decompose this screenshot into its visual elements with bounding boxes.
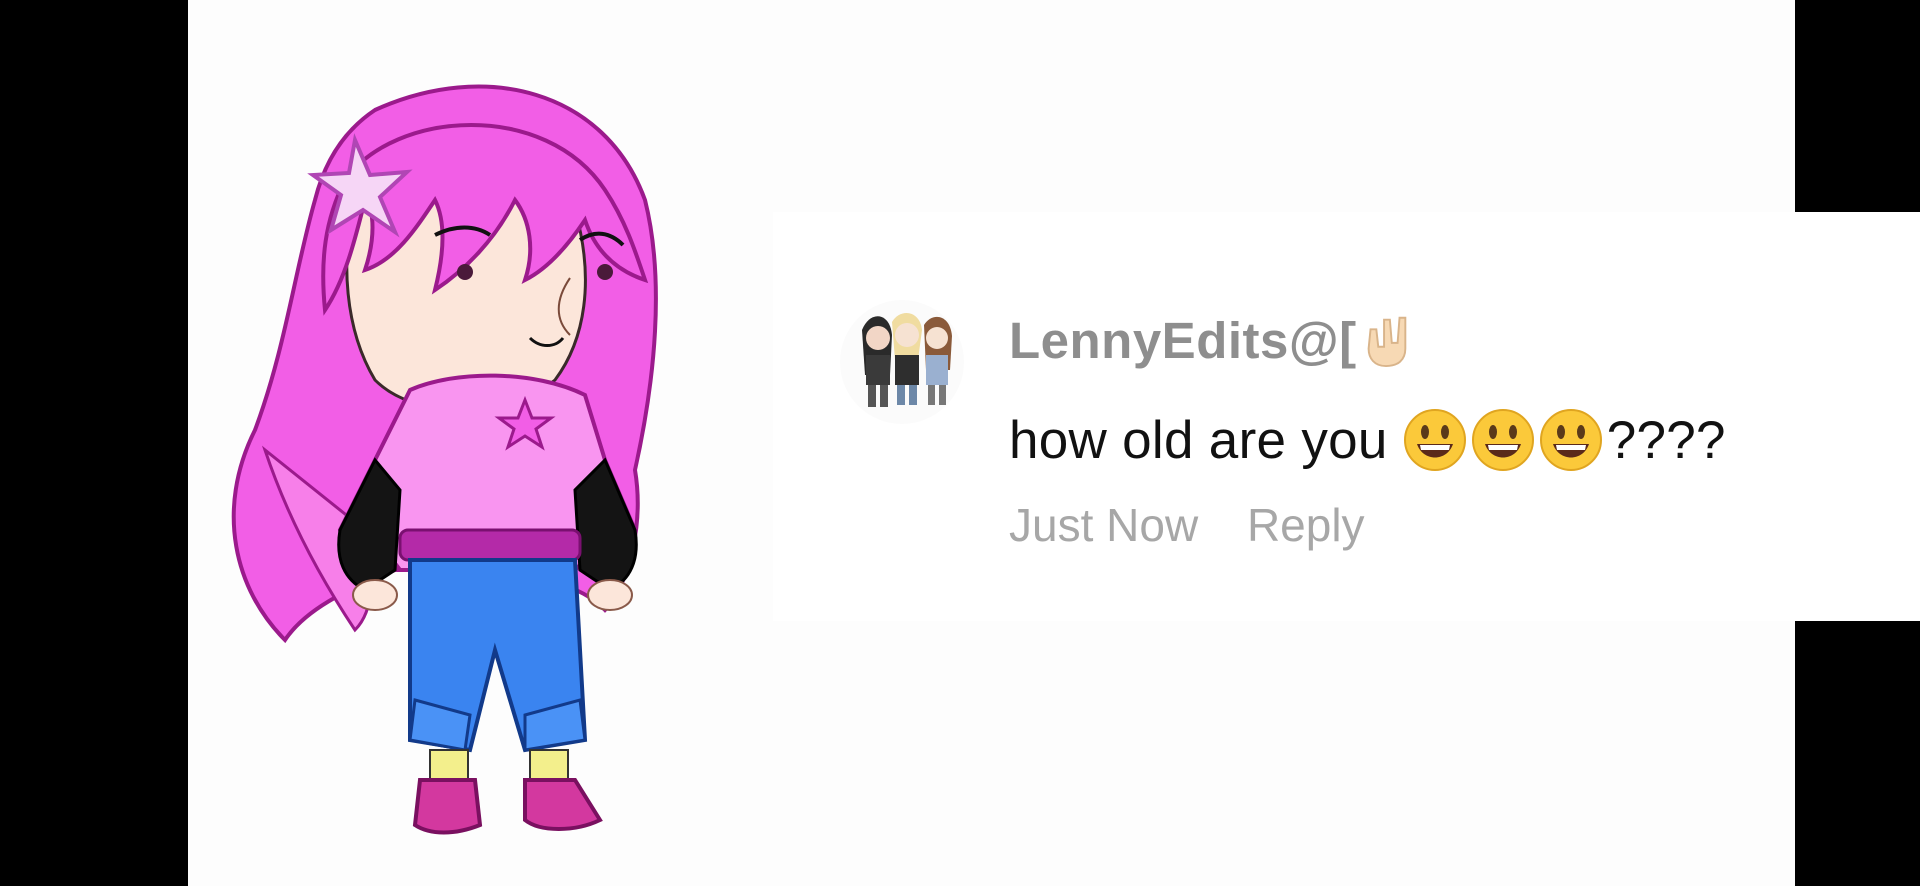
letterbox-bar — [1795, 621, 1920, 886]
avatar[interactable] — [840, 300, 964, 424]
hand-rock-sign-emoji — [1357, 312, 1415, 369]
comment-body: how old are you ???? — [1009, 408, 1726, 472]
comment-text-suffix: ???? — [1606, 411, 1726, 470]
username-text: LennyEdits@[ — [1009, 312, 1357, 369]
grinning-face-emoji — [1403, 409, 1471, 471]
comment-username[interactable]: LennyEdits@[ — [1009, 310, 1415, 370]
letterbox-bar — [1795, 0, 1920, 212]
comment-timestamp: Just Now — [1009, 499, 1199, 551]
character-illustration — [231, 84, 658, 835]
reply-button[interactable]: Reply — [1247, 499, 1365, 551]
comment-text: how old are you — [1009, 411, 1388, 470]
grinning-face-emoji — [1471, 409, 1539, 471]
comment-meta: Just Now Reply — [1009, 498, 1365, 552]
grinning-face-emoji — [1539, 409, 1607, 471]
